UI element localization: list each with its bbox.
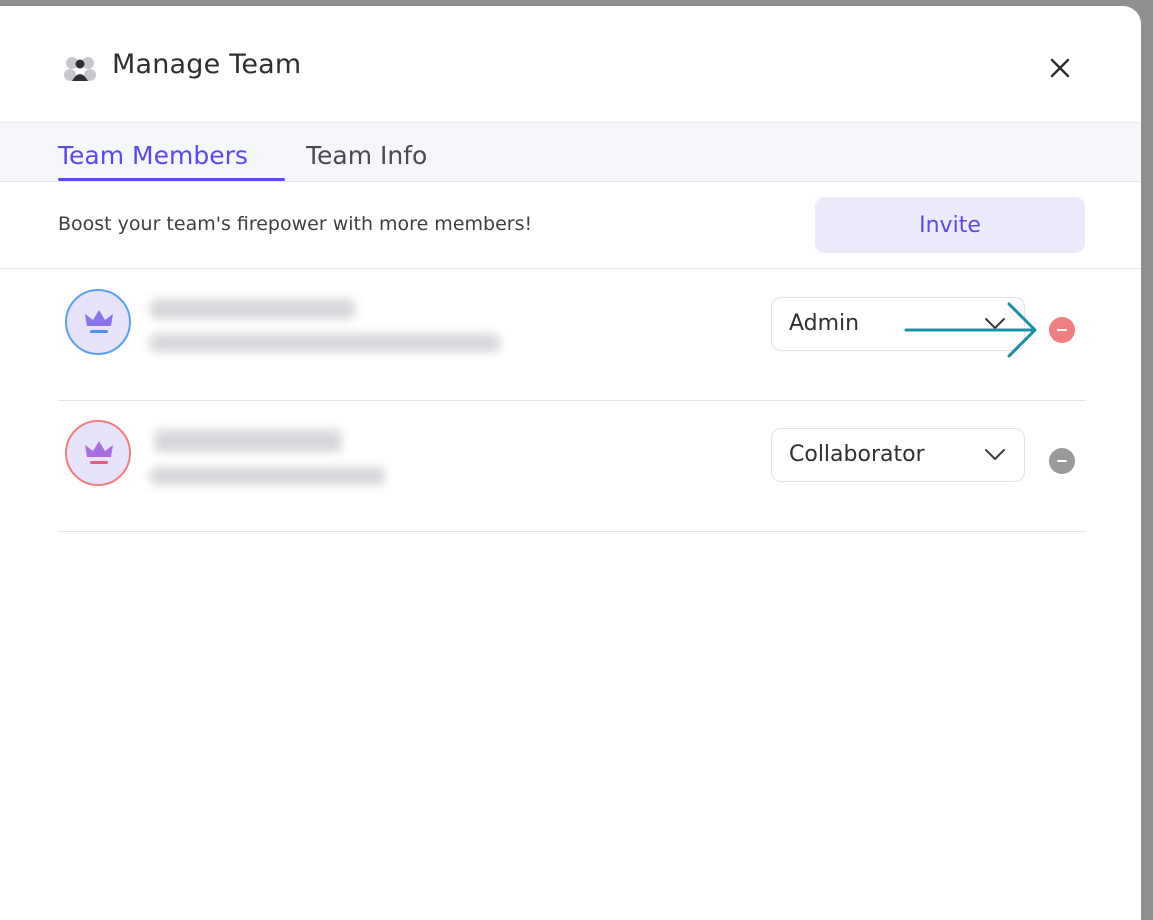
annotation-arrow-icon <box>904 302 1037 358</box>
member-name-redacted <box>154 430 342 452</box>
role-dropdown-label: Collaborator <box>789 442 925 467</box>
crown-icon <box>85 310 113 333</box>
chevron-down-icon <box>985 449 1005 460</box>
modal-title: Manage Team <box>112 49 302 80</box>
member-email-redacted <box>150 467 385 485</box>
role-dropdown-label: Admin <box>789 311 860 336</box>
tab-bar: Team Members Team Info <box>0 122 1141 182</box>
active-tab-indicator <box>58 178 285 181</box>
avatar <box>65 420 131 486</box>
invite-message: Boost your team's firepower with more me… <box>58 213 533 235</box>
avatar <box>65 289 131 355</box>
tab-team-info[interactable]: Team Info <box>306 141 427 170</box>
remove-member-button[interactable] <box>1049 448 1075 474</box>
remove-member-button[interactable] <box>1049 317 1075 343</box>
invite-button[interactable]: Invite <box>815 197 1085 253</box>
tab-team-members[interactable]: Team Members <box>58 141 248 170</box>
member-name-redacted <box>150 299 355 319</box>
member-email-redacted <box>150 334 500 352</box>
team-icon <box>64 57 96 81</box>
close-icon[interactable] <box>1044 52 1076 84</box>
modal-header: Manage Team <box>0 6 1141 122</box>
crown-icon <box>85 441 113 464</box>
member-row: Collaborator <box>58 400 1086 532</box>
role-dropdown[interactable]: Collaborator <box>771 428 1025 482</box>
manage-team-modal: Manage Team Team Members Team Info Boost… <box>0 6 1141 920</box>
